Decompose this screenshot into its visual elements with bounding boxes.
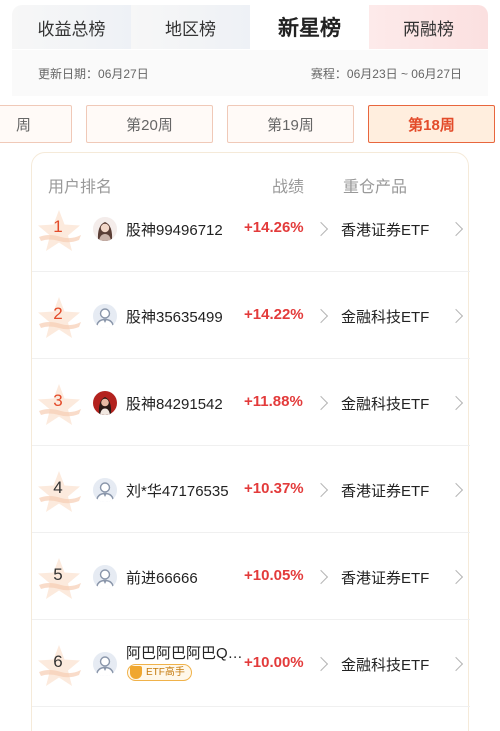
table-row[interactable]: 3 股神84291542 +11.88% 金融科技ETF xyxy=(32,359,470,446)
period-label: 赛程： xyxy=(310,66,347,81)
avatar[interactable] xyxy=(93,478,117,502)
ranking-tabs: 收益总榜 地区榜 新星榜 两融榜 xyxy=(12,5,488,49)
table-row[interactable]: 2 股神35635499 +14.22% 金融科技ETF xyxy=(32,272,470,359)
period-range: 赛程：06月23日 ~ 06月27日 xyxy=(311,65,462,82)
rank-number: 1 xyxy=(53,217,63,236)
product-name[interactable]: 金融科技ETF xyxy=(341,393,429,414)
update-date-label: 更新日期： xyxy=(38,66,99,81)
week-button-19[interactable]: 第19周 xyxy=(227,105,354,143)
avatar[interactable] xyxy=(93,652,117,676)
week-button-18[interactable]: 第18周 xyxy=(368,105,495,143)
chevron-right-icon[interactable] xyxy=(313,569,329,585)
avatar[interactable] xyxy=(93,304,117,328)
week-selector: 周 第20周 第19周 第18周 xyxy=(0,105,500,143)
table-row[interactable]: 6 阿巴阿巴阿巴Q… ETF高手 +10.00% 金融科技ETF xyxy=(32,620,470,707)
badge-shield-icon xyxy=(130,666,142,679)
user-name[interactable]: 股神35635499 xyxy=(126,306,223,327)
tab-region[interactable]: 地区榜 xyxy=(131,5,250,49)
rank-number: 3 xyxy=(53,391,63,410)
avatar[interactable] xyxy=(93,391,117,415)
ranking-list: 用户排名 战绩 重仓产品 1 股神99496712 +14.26% 香港证券ETF 2 股… xyxy=(31,152,470,731)
period-value: 06月23日 ~ 06月27日 xyxy=(346,66,462,81)
return-percent: +10.37% xyxy=(244,480,304,497)
table-row[interactable]: 1 股神99496712 +14.26% 香港证券ETF xyxy=(32,185,470,272)
tab-total-return[interactable]: 收益总榜 xyxy=(12,5,131,49)
return-percent: +10.05% xyxy=(244,567,304,584)
rank-number: 6 xyxy=(53,652,63,671)
update-date-value: 06月27日 xyxy=(98,66,149,81)
rank-number: 4 xyxy=(53,478,63,497)
chevron-right-icon[interactable] xyxy=(313,221,329,237)
rank-number: 5 xyxy=(53,565,63,584)
etf-expert-badge: ETF高手 xyxy=(127,664,192,681)
tab-new-star[interactable]: 新星榜 xyxy=(250,5,369,49)
user-name[interactable]: 阿巴阿巴阿巴Q… xyxy=(126,642,243,663)
week-button-20[interactable]: 第20周 xyxy=(86,105,213,143)
chevron-right-icon[interactable] xyxy=(448,482,464,498)
user-name[interactable]: 股神99496712 xyxy=(126,219,223,240)
user-name[interactable]: 刘*华47176535 xyxy=(126,480,229,501)
return-percent: +10.00% xyxy=(244,654,304,671)
chevron-right-icon[interactable] xyxy=(448,308,464,324)
user-name[interactable]: 前进66666 xyxy=(126,567,198,588)
chevron-right-icon[interactable] xyxy=(313,656,329,672)
chevron-right-icon[interactable] xyxy=(313,308,329,324)
table-row[interactable]: 4 刘*华47176535 +10.37% 香港证券ETF xyxy=(32,446,470,533)
chevron-right-icon[interactable] xyxy=(448,221,464,237)
product-name[interactable]: 香港证券ETF xyxy=(341,480,429,501)
avatar[interactable] xyxy=(93,565,117,589)
rank-number: 2 xyxy=(53,304,63,323)
chevron-right-icon[interactable] xyxy=(313,482,329,498)
date-info-bar: 更新日期：06月27日 赛程：06月23日 ~ 06月27日 xyxy=(12,50,488,96)
product-name[interactable]: 金融科技ETF xyxy=(341,654,429,675)
chevron-right-icon[interactable] xyxy=(448,656,464,672)
avatar[interactable] xyxy=(93,217,117,241)
badge-label: ETF高手 xyxy=(146,667,185,678)
chevron-right-icon[interactable] xyxy=(313,395,329,411)
return-percent: +14.26% xyxy=(244,219,304,236)
return-percent: +14.22% xyxy=(244,306,304,323)
chevron-right-icon[interactable] xyxy=(448,395,464,411)
product-name[interactable]: 香港证券ETF xyxy=(341,567,429,588)
chevron-right-icon[interactable] xyxy=(448,569,464,585)
user-name[interactable]: 股神84291542 xyxy=(126,393,223,414)
product-name[interactable]: 金融科技ETF xyxy=(341,306,429,327)
week-button-partial[interactable]: 周 xyxy=(0,105,72,143)
product-name[interactable]: 香港证券ETF xyxy=(341,219,429,240)
return-percent: +11.88% xyxy=(244,393,303,410)
table-row[interactable]: 5 前进66666 +10.05% 香港证券ETF xyxy=(32,533,470,620)
tab-margin[interactable]: 两融榜 xyxy=(369,5,488,49)
update-date: 更新日期：06月27日 xyxy=(38,65,149,82)
